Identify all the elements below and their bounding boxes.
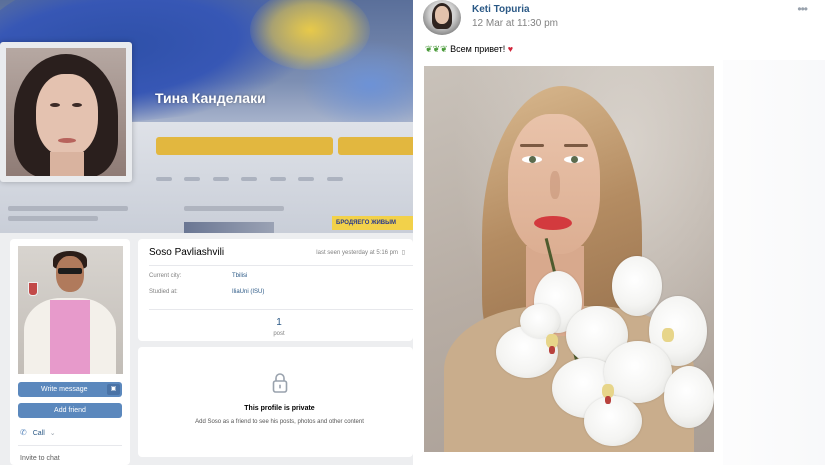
profile-info-card: Soso Pavliashvili last seen yesterday at… [138,239,413,341]
sidebar-divider [18,445,122,446]
herb-emoji-icon: ❦❦❦ [425,44,448,54]
private-profile-card: This profile is private Add Soso as a fr… [138,347,413,457]
last-seen-text: last seen yesterday at 5:16 pm [316,250,399,256]
blurred-text-row [8,216,98,221]
tab-blurred[interactable] [298,177,315,181]
last-seen-status: last seen yesterday at 5:16 pm ▯ [316,249,405,256]
info-label-city: Current city: [149,273,182,279]
avatar-eye-right [72,103,82,107]
photo-head [56,256,84,292]
avatar-face [36,74,98,156]
photo-iris-left [529,156,536,163]
yellow-banner-tag: БРОДЯЕГО ЖИВЫМ [332,216,413,230]
gift-icon[interactable]: ▣ [107,384,120,395]
avatar-neck [50,152,84,176]
tab-blurred[interactable] [184,177,201,181]
orchid-center [662,328,674,342]
orchid-petal [584,396,642,446]
blurred-text-row [184,206,284,211]
profile-name: Тина Канделаки [155,90,266,106]
profile-photo[interactable] [18,246,123,374]
avatar-mouth [58,138,76,143]
profile-sidebar: Write message ▣ Add friend ✆ Call ⌄ Invit… [10,239,130,465]
blurred-text-row [8,206,128,211]
profile-name: Soso Pavliashvili [149,247,225,258]
avatar-eye-left [50,103,60,107]
invite-to-chat-link[interactable]: Invite to chat [20,455,60,462]
photo-nose [550,171,560,199]
profile-avatar[interactable] [6,48,126,176]
post-text: ❦❦❦ Всем привет! ♥ [425,44,513,55]
photo-lips [534,216,572,230]
orchid-petal [520,304,560,338]
photographed-profile-panel: Тина Канделаки БРОДЯЕГО ЖИВЫМ [0,0,413,233]
tab-blurred[interactable] [326,177,343,181]
post-count[interactable]: 1 [269,317,289,328]
post-author[interactable]: Keti Topuria [472,4,530,15]
divider [149,309,413,310]
author-avatar-face [435,6,449,24]
lock-icon [272,373,288,393]
photo-iris-right [571,156,578,163]
chevron-down-icon: ⌄ [49,430,56,437]
tab-blurred[interactable] [241,177,258,181]
tab-blurred[interactable] [269,177,286,181]
wall-post-panel: Keti Topuria 12 Mar at 11:30 pm ••• ❦❦❦ … [413,0,825,465]
photo-sunglasses [58,268,82,274]
tab-blurred[interactable] [156,177,172,181]
private-title: This profile is private [244,405,315,412]
photo-shirt [50,300,90,374]
secondary-action-button-blurred[interactable] [338,137,413,155]
blurred-thumbnail [184,222,274,233]
post-photo[interactable] [424,66,714,452]
call-label: Call [32,430,45,437]
page-background-fade [723,60,825,465]
private-profile-panel: Write message ▣ Add friend ✆ Call ⌄ Invit… [0,233,413,465]
author-avatar[interactable] [423,0,461,35]
orchid-center-lip [605,396,611,404]
photo-wine-glass [28,282,38,296]
profile-avatar-frame [0,42,132,182]
orchid-center-lip [549,346,555,354]
call-menu[interactable]: ✆ Call ⌄ [20,428,56,437]
photo-brow-right [564,144,588,147]
add-friend-button[interactable]: Add friend [18,403,122,418]
phone-icon: ✆ [20,428,27,437]
write-message-label: Write message [41,386,88,393]
primary-action-button-blurred[interactable] [156,137,333,155]
info-label-studied: Studied at: [149,289,178,295]
profile-tabs-blurred [156,168,413,181]
screenshot-collage: Тина Канделаки БРОДЯЕГО ЖИВЫМ Write mess… [0,0,825,465]
orchid-petal [612,256,662,316]
mobile-icon: ▯ [401,250,405,256]
write-message-button[interactable]: Write message ▣ [18,382,122,397]
post-text-content: Всем привет! [450,44,506,54]
info-value-city[interactable]: Tbilisi [232,273,247,279]
orchid-petal [604,341,672,403]
kiss-mark-emoji-icon: ♥ [507,44,514,54]
info-value-studied[interactable]: IliaUni (ISU) [232,289,264,295]
post-count-label: post [273,331,285,337]
ellipsis-icon[interactable]: ••• [797,2,808,16]
orchid-petal [664,366,714,428]
post-date[interactable]: 12 Mar at 11:30 pm [472,18,558,29]
divider [149,265,413,266]
private-subtitle: Add Soso as a friend to see his posts, p… [195,419,364,425]
photo-brow-left [520,144,544,147]
tab-blurred[interactable] [212,177,229,181]
